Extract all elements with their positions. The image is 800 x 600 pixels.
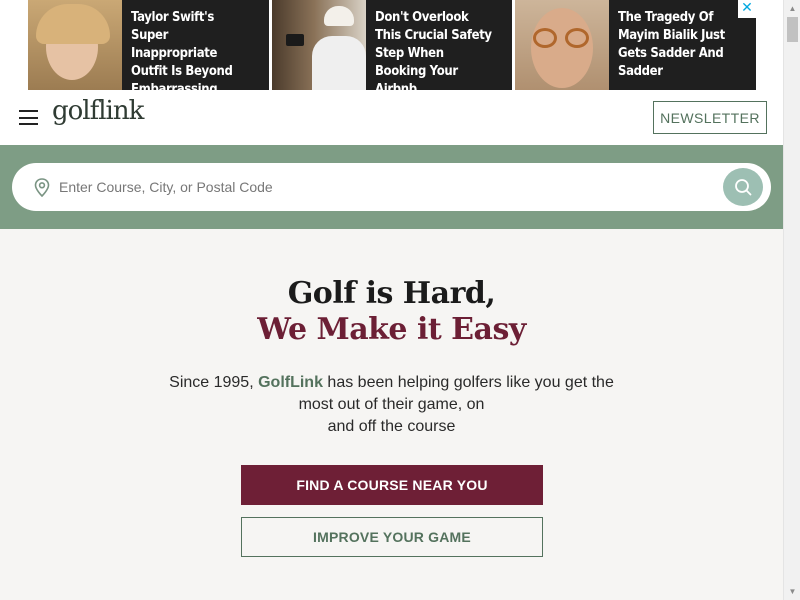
ad-tile-1[interactable]: Taylor Swift's Super Inappropriate Outfi… [28,0,269,90]
ad-headline-3: The Tragedy Of Mayim Bialik Just Gets Sa… [618,10,726,79]
hero-section: Golf is Hard, We Make it Easy Since 1995… [0,229,783,600]
newsletter-button[interactable]: NEWSLETTER [653,101,767,134]
hero-subtitle: We Make it Easy [257,312,526,347]
search-icon [735,179,752,196]
desc-prefix: Since 1995, [169,374,259,391]
ad-headline-1: Taylor Swift's Super Inappropriate Outfi… [131,10,233,90]
ad-close-icon[interactable]: ✕ [738,0,756,18]
desc-line2: most out of their game, on [298,396,485,413]
ad-tile-3[interactable]: The Tragedy Of Mayim Bialik Just Gets Sa… [515,0,757,90]
desc-line1: has been helping golfers like you get th… [322,374,614,391]
search-button[interactable] [723,168,763,206]
ad-banner: Taylor Swift's Super Inappropriate Outfi… [0,0,783,90]
desc-line3: and off the course [327,418,456,435]
scroll-up-icon[interactable]: ▲ [784,0,800,17]
scroll-thumb[interactable] [787,17,798,42]
ad-tile-2[interactable]: Don't Overlook This Crucial Safety Step … [271,0,513,90]
golflink-homepage: Taylor Swift's Super Inappropriate Outfi… [0,0,800,600]
brand-name: GolfLink [258,374,323,391]
find-course-button[interactable]: FIND A COURSE NEAR YOU [241,465,543,505]
hero-title: Golf is Hard, [287,276,496,311]
ad-image-2 [271,0,366,90]
search-input[interactable] [59,173,699,201]
search-bar [12,163,771,211]
page-scrollbar[interactable]: ▲ ▼ [783,0,800,600]
search-section [0,145,783,229]
ad-tiles: Taylor Swift's Super Inappropriate Outfi… [28,0,757,90]
hamburger-menu-icon[interactable] [19,110,38,125]
scroll-down-icon[interactable]: ▼ [784,583,800,600]
ad-headline-2: Don't Overlook This Crucial Safety Step … [374,10,492,90]
location-pin-icon [34,178,50,197]
improve-game-button[interactable]: IMPROVE YOUR GAME [241,517,543,557]
hero-description: Since 1995, GolfLink has been helping go… [150,372,633,438]
golflink-logo[interactable]: golflink [52,96,144,126]
ad-image-1 [28,0,122,90]
site-header: golflink NEWSLETTER [0,90,783,145]
ad-image-3 [515,0,610,90]
